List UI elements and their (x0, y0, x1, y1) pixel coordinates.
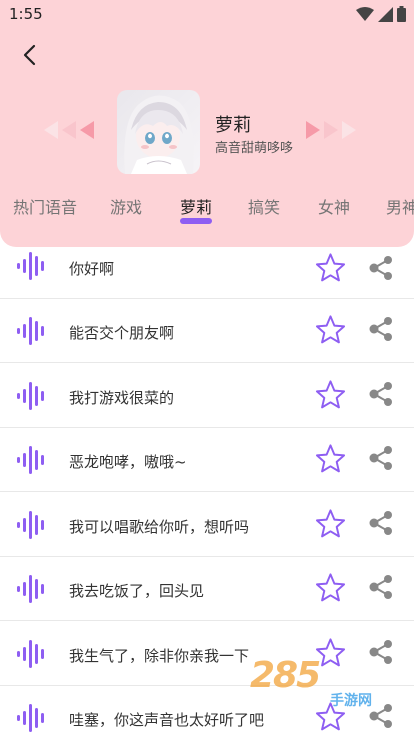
active-tab-indicator (180, 218, 212, 224)
arrow-left-icon (80, 121, 94, 139)
star-icon[interactable] (315, 314, 346, 344)
wifi-icon (356, 6, 374, 21)
tab-male-god[interactable]: 男神 (386, 194, 414, 218)
tab-goddess[interactable]: 女神 (318, 194, 350, 218)
sound-wave-icon (17, 704, 44, 732)
app-screen: 1:55 萝莉 高音甜萌哆哆 热门语音 游戏 萝莉 搞笑 女神 男神 你好啊 能… (0, 0, 414, 737)
chevron-left-icon (23, 44, 36, 66)
star-icon[interactable] (315, 379, 346, 409)
voice-text: 哇塞，你这声音也太好听了吧 (69, 711, 265, 729)
sound-wave-icon (17, 382, 44, 410)
voice-text: 我去吃饭了，回头见 (69, 582, 205, 600)
arrow-left-icon (62, 121, 76, 139)
tab-funny[interactable]: 搞笑 (248, 194, 280, 218)
share-icon[interactable] (368, 446, 394, 470)
watermark-subtitle: 手游网 (330, 693, 372, 709)
status-icons (356, 6, 406, 22)
voice-text: 我可以唱歌给你听，想听吗 (69, 518, 250, 536)
arrow-right-icon (324, 121, 338, 139)
share-icon[interactable] (368, 511, 394, 535)
voice-text: 我生气了，除非你亲我一下 (69, 647, 250, 665)
list-item[interactable]: 我可以唱歌给你听，想听吗 (0, 493, 414, 557)
share-icon[interactable] (368, 575, 394, 599)
list-item[interactable]: 我去吃饭了，回头见 (0, 557, 414, 621)
voice-avatar (117, 90, 200, 174)
sound-wave-icon (17, 511, 44, 539)
arrow-right-icon (342, 121, 356, 139)
list-item[interactable]: 我打游戏很菜的 (0, 364, 414, 428)
arrow-left-icon (44, 121, 58, 139)
star-icon[interactable] (315, 508, 346, 538)
arrow-right-icon (306, 121, 320, 139)
tab-hot[interactable]: 热门语音 (13, 194, 77, 218)
back-button[interactable] (14, 40, 44, 70)
status-time: 1:55 (9, 5, 43, 23)
battery-icon (397, 6, 406, 22)
share-icon[interactable] (368, 640, 394, 664)
cellular-icon (378, 6, 393, 22)
tab-loli[interactable]: 萝莉 (180, 194, 212, 218)
sound-wave-icon (17, 575, 44, 603)
share-icon[interactable] (368, 382, 394, 406)
sound-wave-icon (17, 640, 44, 668)
share-icon[interactable] (368, 317, 394, 341)
share-icon[interactable] (368, 256, 394, 280)
voice-text: 能否交个朋友啊 (69, 324, 175, 342)
star-icon[interactable] (315, 572, 346, 602)
tab-games[interactable]: 游戏 (110, 194, 142, 218)
status-bar: 1:55 (0, 0, 414, 28)
list-item[interactable]: 恶龙咆哮，嗷哦~ (0, 428, 414, 492)
header: 1:55 萝莉 高音甜萌哆哆 热门语音 游戏 萝莉 搞笑 女神 男神 (0, 0, 414, 247)
voice-name: 萝莉 (215, 115, 251, 136)
voice-text: 恶龙咆哮，嗷哦~ (69, 453, 187, 471)
list-item[interactable]: 我生气了，除非你亲我一下 (0, 622, 414, 686)
voice-description: 高音甜萌哆哆 (215, 141, 294, 156)
voice-text: 你好啊 (69, 260, 115, 278)
sound-wave-icon (17, 317, 44, 345)
prev-voice-arrows[interactable] (44, 121, 94, 139)
next-voice-arrows[interactable] (306, 121, 356, 139)
watermark-logo: 285 (250, 655, 321, 696)
list-item[interactable]: 能否交个朋友啊 (0, 299, 414, 363)
sound-wave-icon (17, 446, 44, 474)
star-icon[interactable] (315, 443, 346, 473)
star-icon[interactable] (315, 637, 346, 667)
voice-text: 我打游戏很菜的 (69, 389, 175, 407)
sound-wave-icon (17, 252, 44, 280)
star-icon[interactable] (315, 252, 346, 282)
